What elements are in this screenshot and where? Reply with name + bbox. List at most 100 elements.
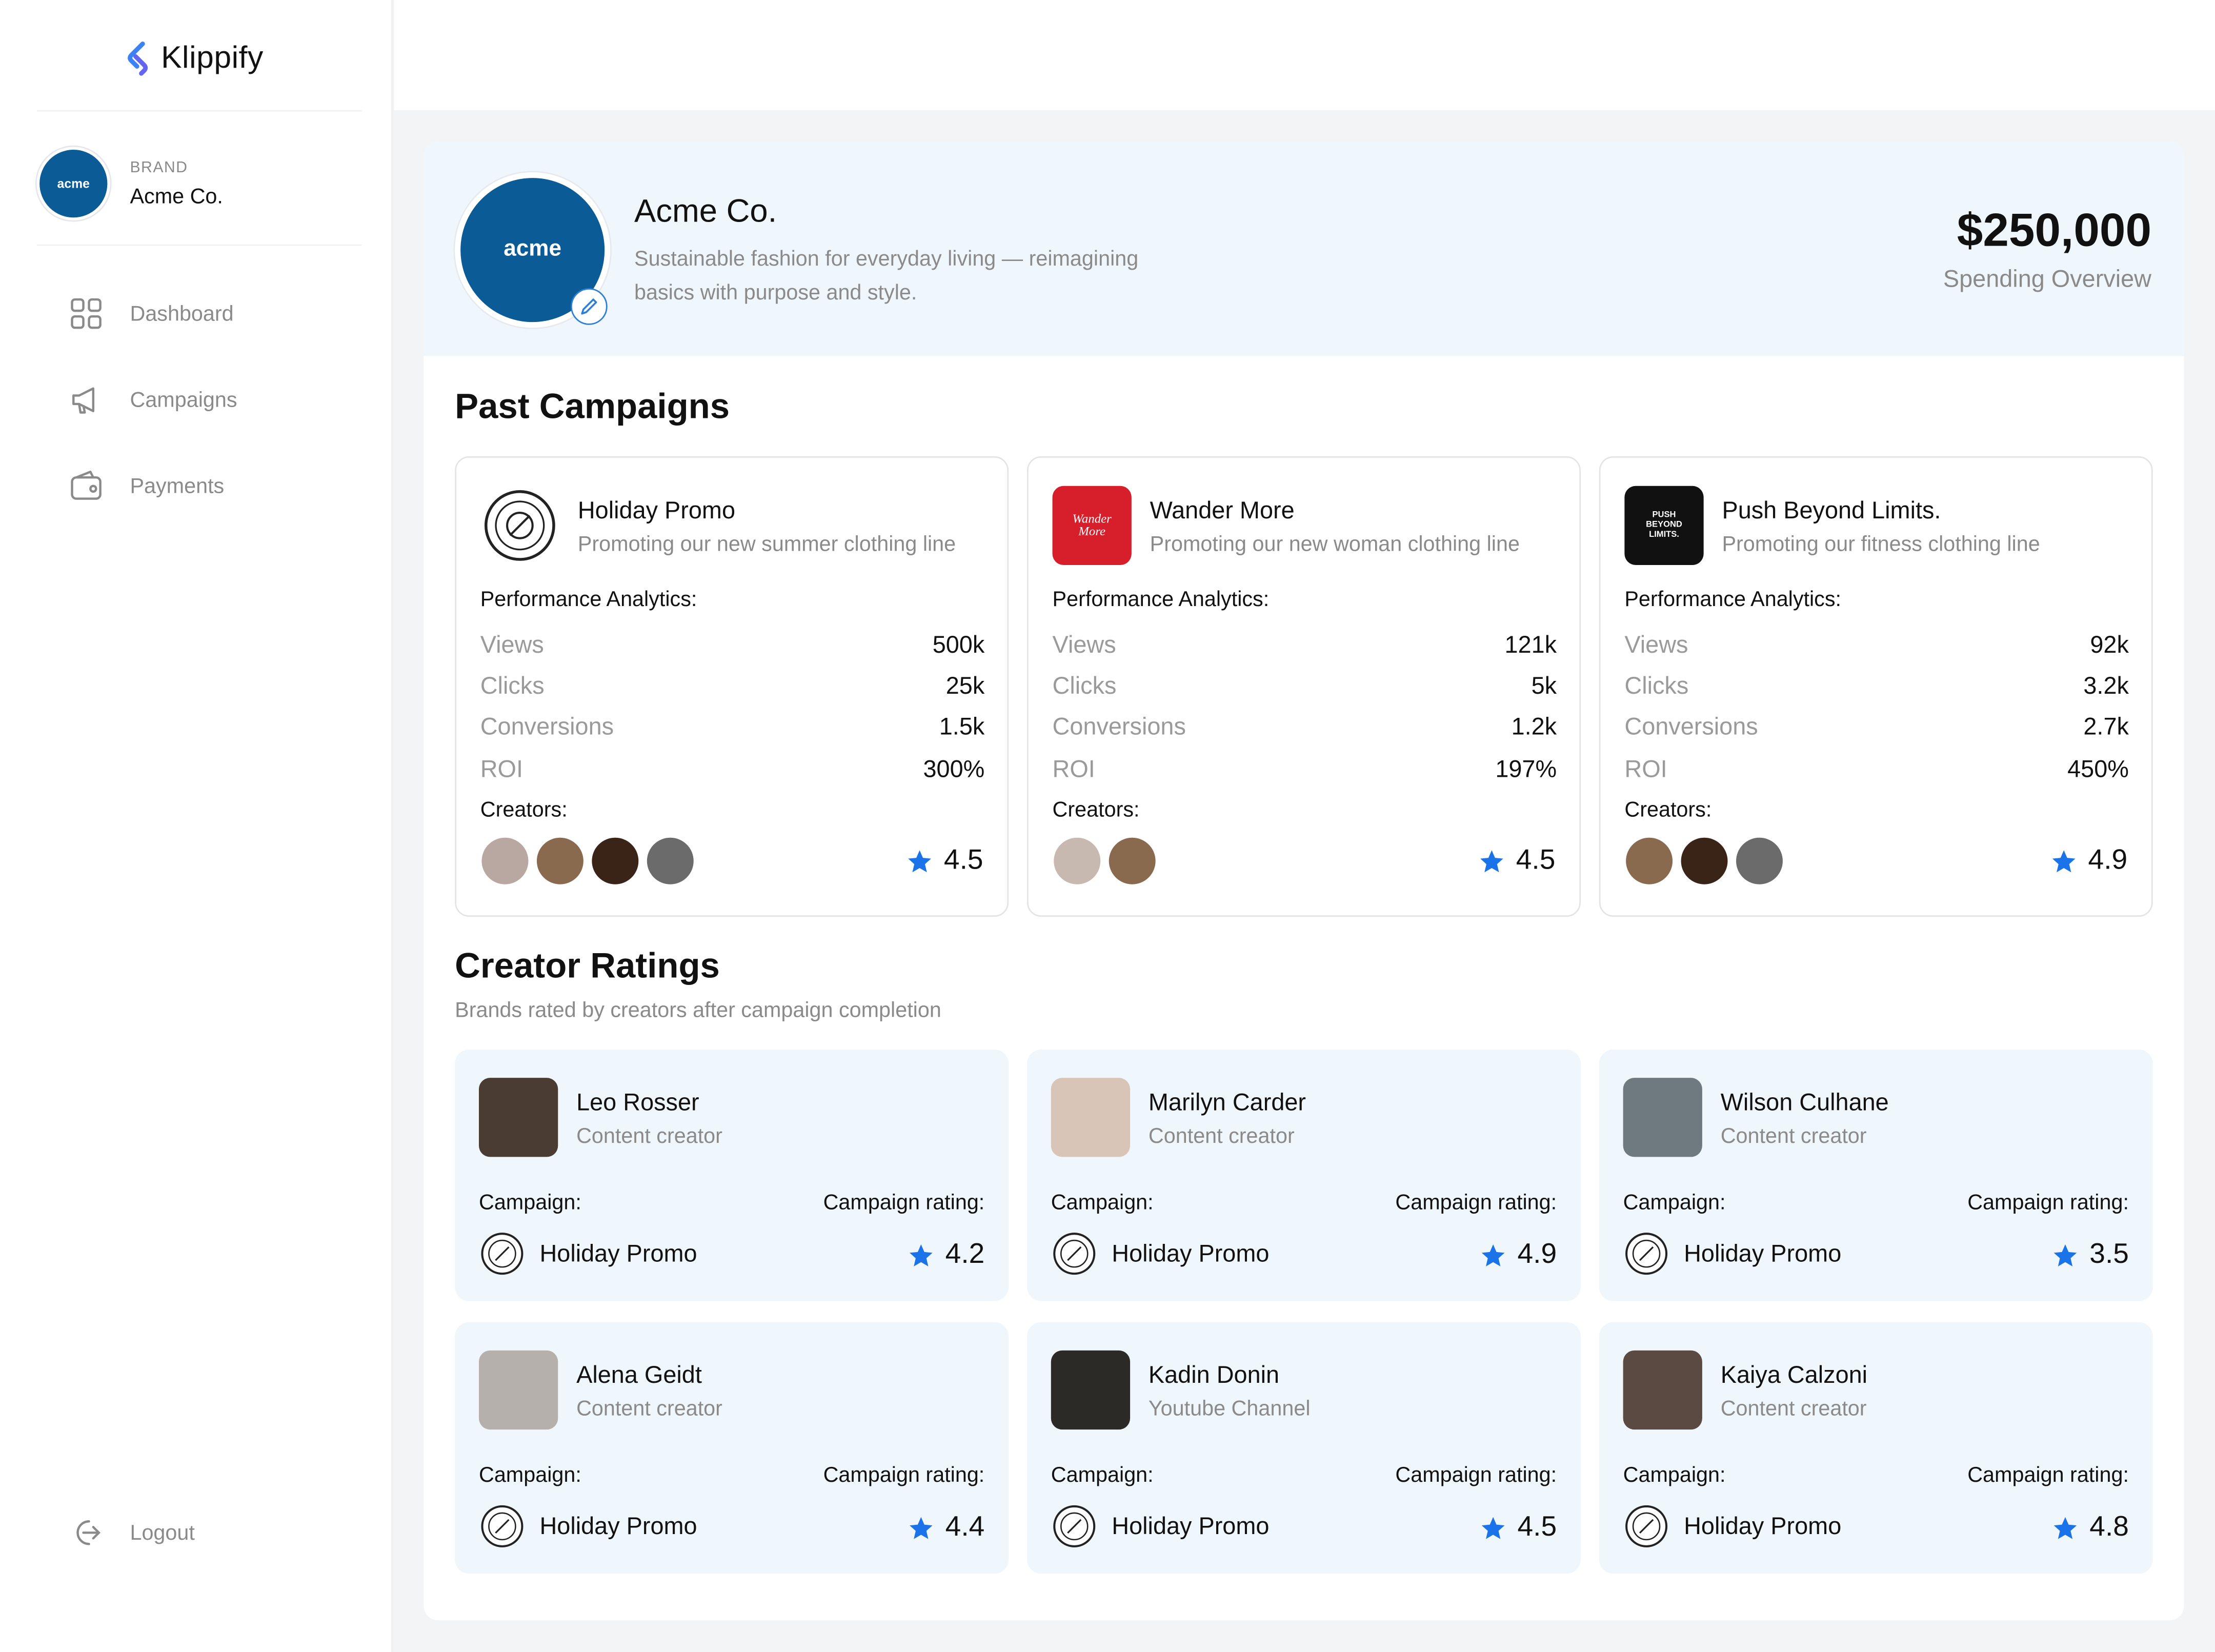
- metric-row: ROI 300%: [480, 749, 985, 791]
- wander-more-logo: Wander More: [1052, 486, 1132, 566]
- creator-role: Content creator: [1720, 1124, 1867, 1149]
- rating-label: Campaign rating:: [823, 1463, 985, 1488]
- rating-value: 4.5: [943, 844, 983, 876]
- megaphone-icon: [68, 381, 105, 418]
- rating-label: Campaign rating:: [1967, 1191, 2129, 1215]
- star-icon: [1482, 1243, 1505, 1266]
- avatar[interactable]: [1624, 836, 1674, 886]
- klippify-logo-icon: [128, 41, 148, 76]
- perfume-free-stamp-icon: [1625, 1233, 1668, 1275]
- spending-label: Spending Overview: [1943, 265, 2152, 293]
- metric-label: Conversions: [1052, 714, 1186, 741]
- pencil-icon: [581, 298, 597, 315]
- logout-button[interactable]: Logout: [68, 1514, 195, 1551]
- creators-label: Creators:: [1052, 798, 1140, 822]
- past-campaigns-title: Past Campaigns: [455, 387, 730, 427]
- metric-value: 1.5k: [939, 714, 985, 741]
- campaign-rating: 3.5: [2053, 1239, 2129, 1271]
- metric-row: Clicks 25k: [480, 666, 985, 708]
- avatar[interactable]: [535, 836, 585, 886]
- creator-rating-card[interactable]: Kaiya Calzoni Content creator Campaign: …: [1599, 1322, 2153, 1574]
- campaign-rating: 4.2: [909, 1239, 984, 1271]
- campaign-card[interactable]: Wander More Wander More Promoting our ne…: [1026, 456, 1581, 917]
- avatar[interactable]: [1107, 836, 1157, 886]
- star-icon: [2052, 849, 2076, 872]
- campaign-label: Campaign:: [478, 1463, 581, 1488]
- creator-photo: [1623, 1350, 1702, 1430]
- avatar[interactable]: [480, 836, 530, 886]
- campaign-name: Holiday Promo: [539, 1512, 697, 1539]
- avatar[interactable]: [1735, 836, 1784, 886]
- sidebar-nav: Dashboard Campaigns Payments: [68, 290, 237, 548]
- creator-photo: [478, 1078, 558, 1157]
- avatar[interactable]: [1679, 836, 1729, 886]
- top-bar: [394, 0, 2215, 110]
- brand-switcher[interactable]: acme BRAND Acme Co.: [36, 147, 223, 220]
- campaign-name: Holiday Promo: [1684, 1239, 1842, 1266]
- creator-rating-card[interactable]: Leo Rosser Content creator Campaign: Cam…: [455, 1050, 1009, 1301]
- campaign-name: Wander More: [1150, 497, 1295, 525]
- metric-value: 300%: [923, 755, 985, 782]
- metric-value: 121k: [1504, 631, 1557, 658]
- sidebar-item-payments[interactable]: Payments: [68, 462, 237, 510]
- sidebar-item-dashboard[interactable]: Dashboard: [68, 290, 237, 338]
- metric-value: 197%: [1495, 755, 1557, 782]
- avatar[interactable]: [646, 836, 695, 886]
- campaign-link[interactable]: Holiday Promo: [479, 1231, 697, 1277]
- star-icon: [2054, 1516, 2077, 1539]
- metric-row: Clicks 3.2k: [1624, 666, 2129, 708]
- creator-rating-card[interactable]: Wilson Culhane Content creator Campaign:…: [1599, 1050, 2153, 1301]
- avatar[interactable]: [1052, 836, 1102, 886]
- creator-name: Marilyn Carder: [1148, 1089, 1306, 1116]
- campaign-name: Holiday Promo: [1684, 1512, 1842, 1539]
- metric-label: ROI: [1052, 755, 1095, 782]
- metric-label: ROI: [480, 755, 523, 782]
- star-icon: [2054, 1243, 2077, 1266]
- campaign-link[interactable]: Holiday Promo: [1051, 1231, 1269, 1277]
- brand-title: Acme Co.: [634, 192, 777, 229]
- rating-value: 4.2: [945, 1239, 985, 1270]
- campaign-link[interactable]: Holiday Promo: [479, 1503, 697, 1549]
- campaign-card[interactable]: PUSH BEYOND LIMITS. Push Beyond Limits. …: [1599, 456, 2153, 917]
- star-icon: [1482, 1516, 1505, 1539]
- creator-rating-card[interactable]: Alena Geidt Content creator Campaign: Ca…: [455, 1322, 1009, 1574]
- metric-value: 500k: [932, 631, 985, 658]
- metric-value: 92k: [2090, 631, 2129, 658]
- avatar[interactable]: [590, 836, 640, 886]
- campaign-label: Campaign:: [1051, 1191, 1154, 1215]
- perfume-free-stamp-icon: [1053, 1505, 1096, 1547]
- star-icon: [910, 1516, 933, 1539]
- grid-icon: [68, 295, 105, 332]
- sidebar-item-campaigns[interactable]: Campaigns: [68, 376, 237, 424]
- campaign-link[interactable]: Holiday Promo: [1051, 1503, 1269, 1549]
- metrics-list: Views 121k Clicks 5k Conversions 1.2k ROI 19…: [1053, 624, 1557, 791]
- campaign-link[interactable]: Holiday Promo: [1623, 1503, 1842, 1549]
- campaign-description: Promoting our new summer clothing line: [577, 532, 956, 557]
- creator-rating-card[interactable]: Marilyn Carder Content creator Campaign:…: [1026, 1050, 1581, 1301]
- campaign-link[interactable]: Holiday Promo: [1623, 1231, 1842, 1277]
- metric-row: ROI 450%: [1624, 749, 2129, 791]
- campaign-card[interactable]: Holiday Promo Promoting our new summer c…: [455, 456, 1009, 917]
- edit-logo-button[interactable]: [571, 288, 608, 325]
- metric-label: Clicks: [1052, 672, 1117, 699]
- campaign-rating: 4.5: [1481, 1512, 1557, 1544]
- app-logo[interactable]: Klippify: [124, 39, 263, 76]
- campaign-label: Campaign:: [1051, 1463, 1154, 1488]
- rating-value: 4.4: [945, 1511, 985, 1543]
- main-panel: acme Acme Co. Sustainable fashion for ev…: [424, 141, 2184, 1621]
- metric-label: Views: [480, 631, 544, 658]
- rating-value: 4.5: [1517, 1511, 1557, 1543]
- rating-value: 4.5: [1516, 844, 1556, 876]
- metric-value: 2.7k: [2083, 714, 2129, 741]
- performance-label: Performance Analytics:: [480, 588, 697, 612]
- creator-role: Content creator: [576, 1124, 722, 1149]
- brand-name: Acme Co.: [130, 184, 223, 209]
- metric-label: Clicks: [1624, 672, 1689, 699]
- rating-value: 4.9: [1517, 1239, 1557, 1270]
- wallet-icon: [68, 468, 105, 505]
- metric-row: Views 121k: [1053, 624, 1557, 666]
- creator-rating-card[interactable]: Kadin Donin Youtube Channel Campaign: Ca…: [1026, 1322, 1581, 1574]
- creators-label: Creators:: [480, 798, 568, 822]
- campaign-rating: 4.5: [907, 845, 983, 877]
- campaign-label: Campaign:: [1623, 1191, 1726, 1215]
